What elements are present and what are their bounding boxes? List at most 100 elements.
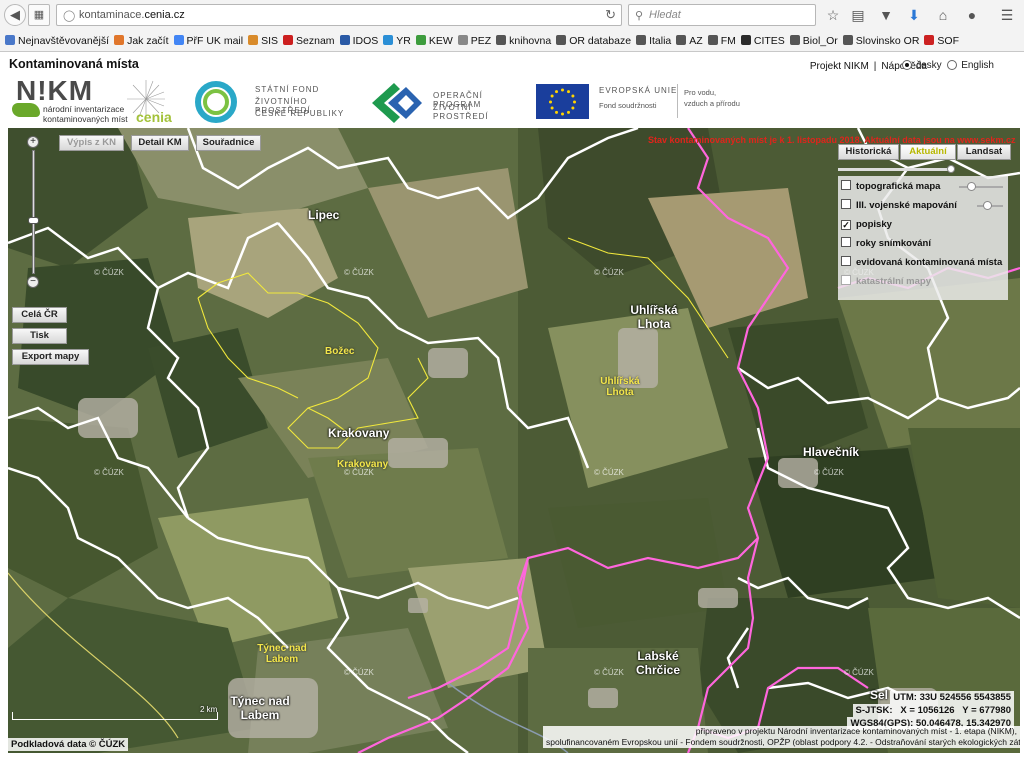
zoom-control: + −: [27, 136, 41, 288]
eu-flag-icon: [536, 84, 589, 119]
layer-checkbox-checked[interactable]: ✓: [841, 220, 851, 230]
place-label: Krakovany: [328, 426, 390, 440]
bookmark-label: Seznam: [296, 35, 335, 47]
bookmark-item[interactable]: SOF: [924, 31, 959, 51]
bookmark-favicon-icon: [173, 35, 184, 45]
bookmark-item[interactable]: PEZ: [457, 31, 492, 51]
place-label: Lipec: [308, 208, 340, 222]
search-placeholder: Hledat: [649, 9, 681, 21]
bookmark-label: PEZ: [470, 35, 492, 47]
reading-list-icon[interactable]: ▤: [849, 6, 867, 24]
bookmark-item[interactable]: YR: [383, 31, 411, 51]
pocket-icon[interactable]: ▼: [877, 6, 895, 24]
coord-sjtsk: S-JTSK: X = 1056126 Y = 677980: [852, 704, 1014, 717]
bookmark-label: Biol_Or: [802, 35, 838, 47]
bookmark-item[interactable]: PřF UK mail: [173, 31, 243, 51]
detail-km-button[interactable]: Detail KM: [131, 135, 189, 151]
zoom-slider-handle[interactable]: [28, 217, 39, 224]
radio-en[interactable]: [947, 60, 958, 70]
bookmark-item[interactable]: CITES: [740, 31, 785, 51]
history-icon[interactable]: ▦: [28, 4, 50, 26]
bookmark-favicon-icon: [457, 35, 468, 45]
basemap-opacity-slider[interactable]: [838, 168, 953, 171]
menu-icon[interactable]: ☰: [998, 6, 1016, 24]
basemap-opacity-handle[interactable]: [947, 165, 955, 173]
zoom-slider-track[interactable]: [32, 150, 35, 274]
zoom-out-button[interactable]: −: [27, 276, 39, 288]
layer-opacity-handle[interactable]: [967, 182, 976, 191]
layer-vojenske-mapovani[interactable]: III. vojenské mapování: [841, 198, 1005, 214]
download-icon[interactable]: ⬇: [905, 6, 923, 24]
czech-map-icon: [12, 103, 40, 117]
bookmark-item[interactable]: KEW: [415, 31, 453, 51]
bookmark-item[interactable]: Slovinsko OR: [842, 31, 919, 51]
bookmark-item[interactable]: Biol_Or: [789, 31, 838, 51]
bookmark-label: AZ: [689, 35, 703, 47]
bookmark-item[interactable]: FM: [707, 31, 736, 51]
layer-roky-snimkovani[interactable]: roky snímkování: [841, 236, 931, 252]
souradnice-button[interactable]: Souřadnice: [196, 135, 261, 151]
bookmark-favicon-icon: [842, 35, 853, 45]
cadastre-label: Božec: [325, 346, 355, 357]
watermark: © ČÚZK: [344, 668, 374, 677]
layer-opacity-slider[interactable]: [959, 186, 1003, 188]
watermark: © ČÚZK: [594, 468, 624, 477]
bookmark-label: YR: [396, 35, 411, 47]
back-button[interactable]: ◀: [4, 4, 26, 26]
bookmark-item[interactable]: Nejnavštěvovanější: [5, 31, 109, 51]
bookmark-item[interactable]: Jak začít: [114, 31, 169, 51]
zoom-in-button[interactable]: +: [27, 136, 39, 148]
layer-checkbox[interactable]: [841, 275, 851, 285]
cela-cr-button[interactable]: Celá ČR: [12, 307, 67, 323]
bookmark-label: Nejnavštěvovanější: [18, 35, 110, 47]
layer-checkbox[interactable]: [841, 199, 851, 209]
bookmark-favicon-icon: [5, 35, 15, 45]
home-icon[interactable]: ⌂: [934, 6, 952, 24]
layer-popisky[interactable]: ✓ popisky: [841, 217, 892, 233]
link-projekt-nikm[interactable]: Projekt NIKM: [810, 61, 869, 72]
reload-icon[interactable]: ↻: [605, 7, 616, 23]
layer-opacity-handle[interactable]: [983, 201, 992, 210]
search-input[interactable]: ⚲ Hledat: [628, 4, 816, 26]
vypis-kn-button[interactable]: Výpis z KN: [59, 135, 124, 151]
app-header: Kontaminovaná místa Projekt NIKM|Nápověd…: [0, 53, 1024, 128]
bookmark-favicon-icon: [248, 35, 259, 45]
watermark: © ČÚZK: [594, 268, 624, 277]
bookmark-favicon-icon: [496, 35, 507, 45]
bookmark-favicon-icon: [740, 35, 751, 45]
place-label: Hlavečník: [803, 445, 860, 459]
radio-cs[interactable]: [902, 60, 913, 70]
bookmark-item[interactable]: knihovna: [496, 31, 551, 51]
map-viewport[interactable]: © ČÚZK © ČÚZK © ČÚZK © ČÚZK © ČÚZK © ČÚZ…: [8, 128, 1020, 753]
bookmark-favicon-icon: [114, 35, 125, 45]
place-label: Labské Chrčice: [635, 649, 681, 677]
bookmark-item[interactable]: Seznam: [283, 31, 335, 51]
layer-topograficka[interactable]: topografická mapa: [841, 179, 1005, 195]
basemap-historicka[interactable]: Historická: [838, 144, 899, 160]
watermark: © ČÚZK: [594, 668, 624, 677]
watermark: © ČÚZK: [814, 468, 844, 477]
export-mapy-button[interactable]: Export mapy: [12, 349, 89, 365]
lang-en[interactable]: English: [947, 60, 994, 71]
place-label: Sel: [870, 688, 889, 702]
basemap-aktualni[interactable]: Aktuální: [900, 144, 956, 160]
layer-kontaminovana-mista[interactable]: evidovaná kontaminovaná místa: [841, 255, 1002, 271]
tisk-button[interactable]: Tisk: [12, 328, 67, 344]
browser-chrome: ◀ ▦ ◯ kontaminace.cenia.cz ↻ ⚲ Hledat ☆ …: [0, 0, 1024, 52]
bookmark-item[interactable]: Italia: [636, 31, 671, 51]
bookmark-item[interactable]: IDOS: [339, 31, 378, 51]
basemap-landsat[interactable]: Landsat: [957, 144, 1011, 160]
bookmark-favicon-icon: [415, 35, 426, 45]
layer-katastralni-mapy[interactable]: katastrální mapy: [841, 274, 931, 290]
lang-cs[interactable]: česky: [902, 60, 942, 71]
bookmark-item[interactable]: AZ: [676, 31, 703, 51]
chat-icon[interactable]: ●: [963, 6, 981, 24]
bookmark-item[interactable]: SIS: [248, 31, 278, 51]
watermark: © ČÚZK: [94, 468, 124, 477]
star-icon[interactable]: ☆: [824, 6, 842, 24]
layer-checkbox[interactable]: [841, 256, 851, 266]
bookmark-item[interactable]: OR databaze: [556, 31, 631, 51]
layer-checkbox[interactable]: [841, 237, 851, 247]
address-bar[interactable]: ◯ kontaminace.cenia.cz ↻: [56, 4, 622, 26]
layer-checkbox[interactable]: [841, 180, 851, 190]
